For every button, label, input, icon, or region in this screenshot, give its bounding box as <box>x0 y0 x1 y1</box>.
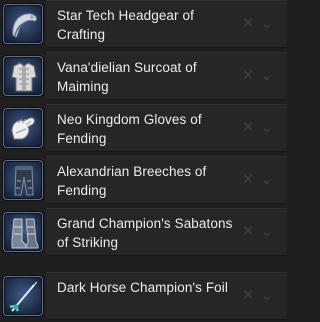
gear-name: Grand Champion's Sabatons of Striking <box>57 216 233 250</box>
gear-row-headgear: Star Tech Headgear of Crafting ✕ ⌄ <box>0 0 287 48</box>
gear-field[interactable]: Star Tech Headgear of Crafting ✕ ⌄ <box>46 0 287 48</box>
clear-icon[interactable]: ✕ <box>242 68 255 84</box>
chevron-down-icon[interactable]: ⌄ <box>260 172 273 188</box>
gear-row-gloves: Neo Kingdom Gloves of Fending ✕ ⌄ <box>0 104 287 152</box>
chevron-down-icon[interactable]: ⌄ <box>260 16 273 32</box>
clear-icon[interactable]: ✕ <box>242 120 255 136</box>
clear-icon[interactable]: ✕ <box>242 288 255 304</box>
chevron-down-icon[interactable]: ⌄ <box>260 120 273 136</box>
gear-field[interactable]: Dark Horse Champion's Foil ✕ ⌄ <box>46 272 287 320</box>
clear-icon[interactable]: ✕ <box>242 172 255 188</box>
sabatons-icon <box>3 212 43 252</box>
gear-row-sabatons: Grand Champion's Sabatons of Striking ✕ … <box>0 208 287 256</box>
foil-icon <box>3 276 43 316</box>
chevron-down-icon[interactable]: ⌄ <box>260 288 273 304</box>
gear-name: Neo Kingdom Gloves of Fending <box>57 112 202 146</box>
headgear-icon <box>3 4 43 44</box>
gloves-icon <box>3 108 43 148</box>
clear-icon[interactable]: ✕ <box>242 224 255 240</box>
gear-name: Dark Horse Champion's Foil <box>57 280 228 295</box>
chevron-down-icon[interactable]: ⌄ <box>260 224 273 240</box>
gear-row-foil: Dark Horse Champion's Foil ✕ ⌄ <box>0 272 287 320</box>
gear-row-surcoat: Vana'dielian Surcoat of Maiming ✕ ⌄ <box>0 52 287 100</box>
gear-field[interactable]: Vana'dielian Surcoat of Maiming ✕ ⌄ <box>46 52 287 100</box>
gear-name: Star Tech Headgear of Crafting <box>57 8 194 42</box>
gear-row-breeches: Alexandrian Breeches of Fending ✕ ⌄ <box>0 156 287 204</box>
gear-field[interactable]: Grand Champion's Sabatons of Striking ✕ … <box>46 208 287 256</box>
gear-field[interactable]: Alexandrian Breeches of Fending ✕ ⌄ <box>46 156 287 204</box>
gear-name: Alexandrian Breeches of Fending <box>57 164 207 198</box>
clear-icon[interactable]: ✕ <box>242 16 255 32</box>
breeches-icon <box>3 160 43 200</box>
chevron-down-icon[interactable]: ⌄ <box>260 68 273 84</box>
gear-field[interactable]: Neo Kingdom Gloves of Fending ✕ ⌄ <box>46 104 287 152</box>
surcoat-icon <box>3 56 43 96</box>
gear-list: Star Tech Headgear of Crafting ✕ ⌄ Vana'… <box>0 0 287 322</box>
gear-name: Vana'dielian Surcoat of Maiming <box>57 60 197 94</box>
